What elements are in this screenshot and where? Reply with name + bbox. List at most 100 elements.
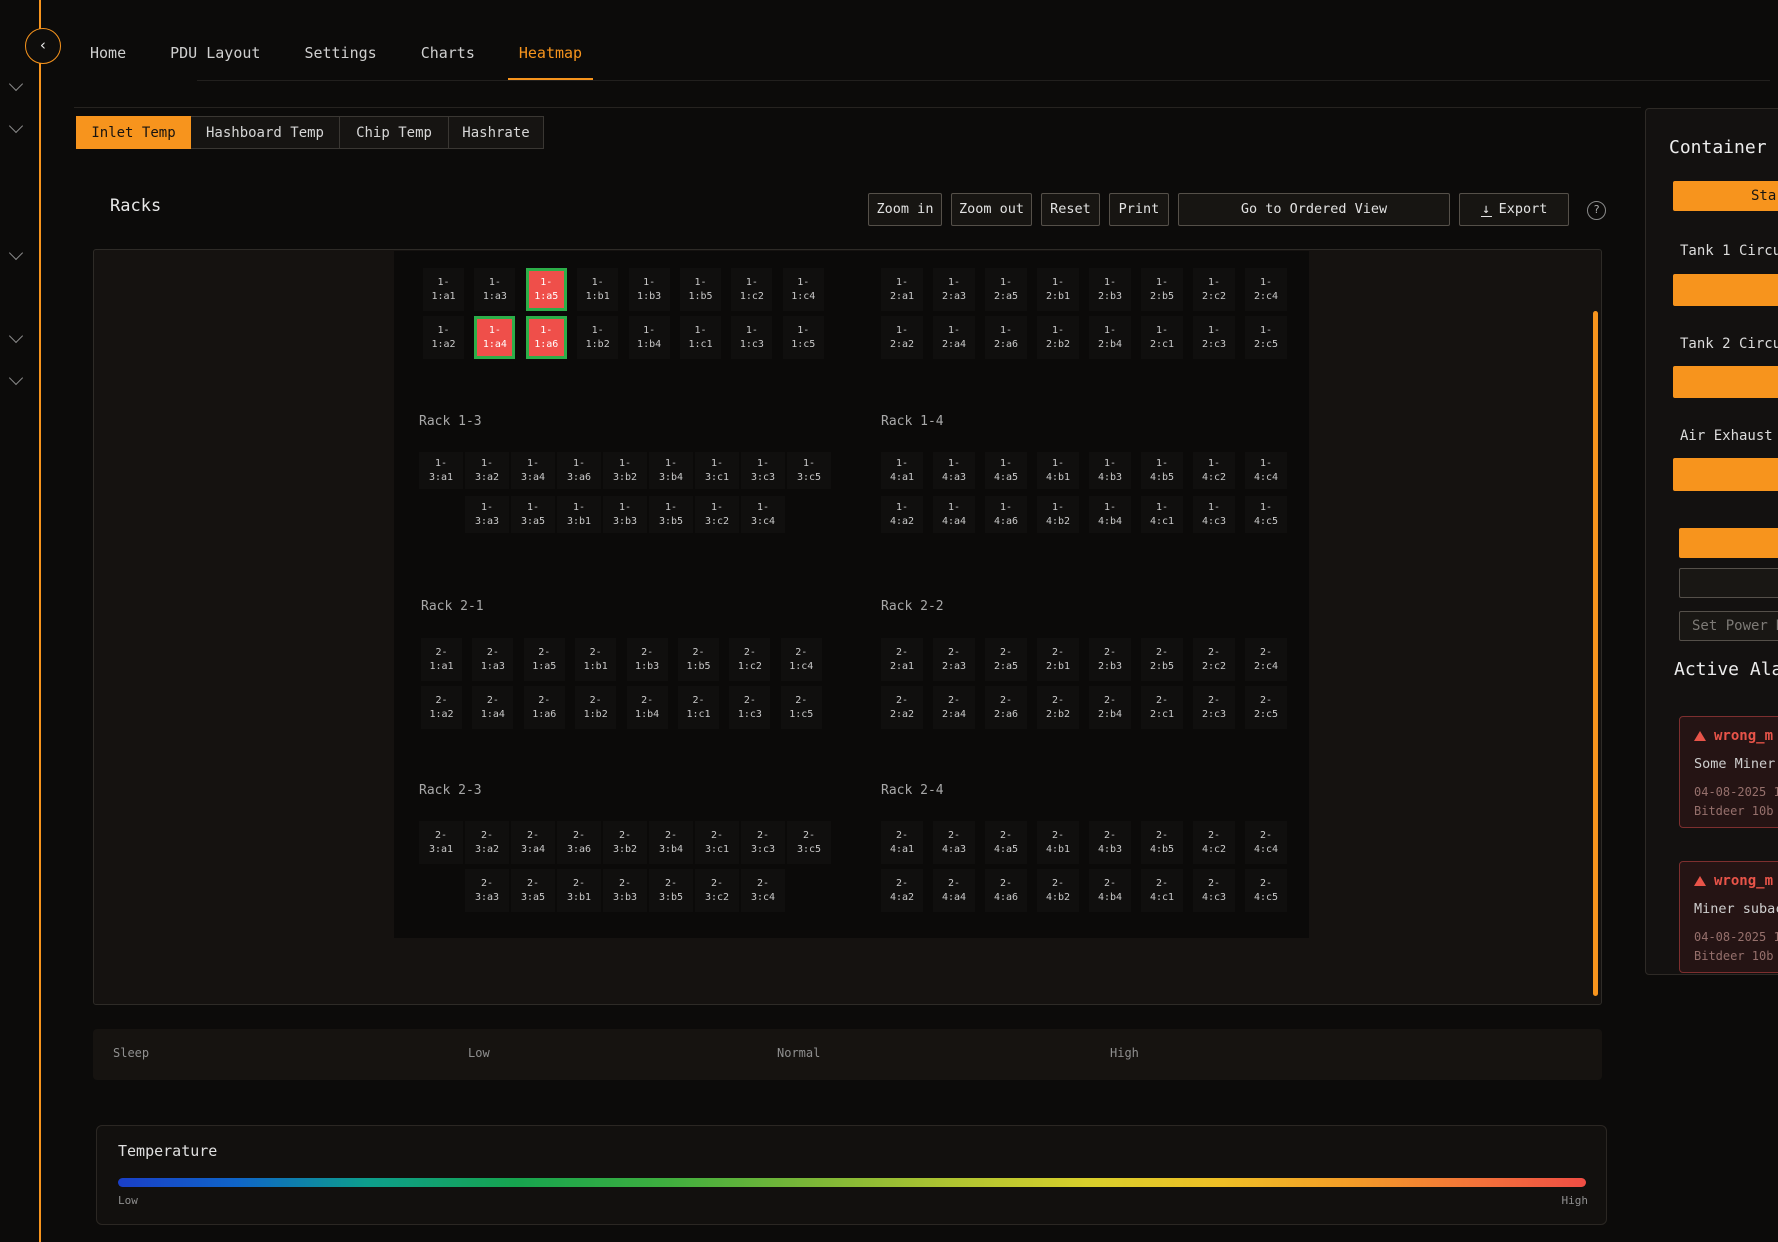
secondary-control-bar[interactable] [1679, 528, 1778, 558]
miner-cell[interactable]: 2-2:b1 [1037, 638, 1079, 681]
miner-cell[interactable]: 2-2:c5 [1245, 686, 1287, 729]
miner-cell[interactable]: 2-3:a6 [557, 821, 601, 864]
miner-cell[interactable]: 2-2:b2 [1037, 686, 1079, 729]
miner-cell[interactable]: 1-1:b4 [629, 316, 670, 359]
miner-cell[interactable]: 1-1:b2 [577, 316, 618, 359]
miner-cell[interactable]: 2-4:a2 [881, 869, 923, 912]
miner-cell[interactable]: 1-4:a2 [881, 496, 923, 533]
miner-cell[interactable]: 2-4:b4 [1089, 869, 1131, 912]
miner-cell[interactable]: 1-2:c2 [1193, 268, 1235, 311]
miner-cell[interactable]: 2-1:b5 [678, 638, 719, 681]
miner-cell[interactable]: 1-4:a4 [933, 496, 975, 533]
tab-inlet-temp[interactable]: Inlet Temp [76, 116, 191, 149]
miner-cell[interactable]: 2-2:c2 [1193, 638, 1235, 681]
miner-cell[interactable]: 2-3:b2 [603, 821, 647, 864]
miner-cell[interactable]: 1-2:c4 [1245, 268, 1287, 311]
miner-cell[interactable]: 2-2:a1 [881, 638, 923, 681]
help-icon[interactable]: ? [1587, 201, 1606, 220]
miner-cell[interactable]: 1-3:c5 [787, 452, 831, 489]
miner-cell[interactable]: 1-1:a1 [423, 268, 464, 311]
miner-cell[interactable]: 1-1:c4 [783, 268, 824, 311]
miner-cell[interactable]: 1-3:b2 [603, 452, 647, 489]
miner-cell[interactable]: 2-1:c3 [729, 686, 770, 729]
miner-cell[interactable]: 2-3:a5 [511, 869, 555, 912]
miner-cell[interactable]: 1-2:a1 [881, 268, 923, 311]
miner-cell[interactable]: 2-4:b1 [1037, 821, 1079, 864]
miner-cell[interactable]: 2-1:b1 [575, 638, 616, 681]
miner-cell[interactable]: 2-1:b3 [627, 638, 668, 681]
miner-cell[interactable]: 1-1:a5 [526, 268, 567, 311]
nav-item-charts[interactable]: Charts [419, 42, 477, 81]
miner-cell[interactable]: 1-3:b5 [649, 496, 693, 533]
miner-cell[interactable]: 2-1:c4 [781, 638, 822, 681]
miner-cell[interactable]: 2-4:c5 [1245, 869, 1287, 912]
miner-cell[interactable]: 1-1:a2 [423, 316, 464, 359]
miner-cell[interactable]: 1-1:c1 [680, 316, 721, 359]
miner-cell[interactable]: 2-4:c4 [1245, 821, 1287, 864]
start-button[interactable]: Star [1673, 181, 1778, 211]
miner-cell[interactable]: 2-2:b5 [1141, 638, 1183, 681]
zoom-out-button[interactable]: Zoom out [951, 193, 1032, 226]
miner-cell[interactable]: 1-4:c5 [1245, 496, 1287, 533]
miner-cell[interactable]: 2-1:c2 [729, 638, 770, 681]
miner-cell[interactable]: 1-1:c2 [731, 268, 772, 311]
miner-cell[interactable]: 1-4:b3 [1089, 452, 1131, 489]
miner-cell[interactable]: 2-3:a3 [465, 869, 509, 912]
chevron-down-icon[interactable] [9, 329, 23, 343]
power-mode-select[interactable] [1679, 568, 1778, 598]
miner-cell[interactable]: 2-4:c1 [1141, 869, 1183, 912]
miner-cell[interactable]: 2-2:a3 [933, 638, 975, 681]
miner-cell[interactable]: 1-2:a6 [985, 316, 1027, 359]
miner-cell[interactable]: 1-2:c1 [1141, 316, 1183, 359]
miner-cell[interactable]: 1-3:a5 [511, 496, 555, 533]
miner-cell[interactable]: 2-1:a1 [421, 638, 462, 681]
miner-cell[interactable]: 1-1:b1 [577, 268, 618, 311]
miner-cell[interactable]: 2-4:b2 [1037, 869, 1079, 912]
miner-cell[interactable]: 1-4:c3 [1193, 496, 1235, 533]
miner-cell[interactable]: 2-1:c5 [781, 686, 822, 729]
miner-cell[interactable]: 2-4:a6 [985, 869, 1027, 912]
nav-item-home[interactable]: Home [88, 42, 128, 81]
miner-cell[interactable]: 1-2:b2 [1037, 316, 1079, 359]
miner-cell[interactable]: 1-3:a6 [557, 452, 601, 489]
miner-cell[interactable]: 2-2:b4 [1089, 686, 1131, 729]
miner-cell[interactable]: 1-3:c2 [695, 496, 739, 533]
miner-cell[interactable]: 2-4:a4 [933, 869, 975, 912]
miner-cell[interactable]: 1-3:b4 [649, 452, 693, 489]
nav-item-heatmap[interactable]: Heatmap [517, 42, 584, 81]
miner-cell[interactable]: 1-2:c5 [1245, 316, 1287, 359]
miner-cell[interactable]: 1-4:b4 [1089, 496, 1131, 533]
miner-cell[interactable]: 2-3:c3 [741, 821, 785, 864]
miner-cell[interactable]: 2-2:c1 [1141, 686, 1183, 729]
miner-cell[interactable]: 1-1:a3 [474, 268, 515, 311]
miner-cell[interactable]: 1-2:a5 [985, 268, 1027, 311]
chevron-down-icon[interactable] [9, 119, 23, 133]
alarm-card[interactable]: wrong_m Miner subac 04-08-2025 1 Bitdeer… [1679, 861, 1778, 973]
miner-cell[interactable]: 2-1:c1 [678, 686, 719, 729]
miner-cell[interactable]: 2-1:a3 [472, 638, 513, 681]
chevron-down-icon[interactable] [9, 246, 23, 260]
miner-cell[interactable]: 2-2:a4 [933, 686, 975, 729]
miner-cell[interactable]: 2-1:a2 [421, 686, 462, 729]
tank2-circulation-control[interactable] [1673, 366, 1778, 398]
miner-cell[interactable]: 2-3:a4 [511, 821, 555, 864]
alarm-card[interactable]: wrong_m Some Miner 04-08-2025 1 Bitdeer … [1679, 716, 1778, 828]
miner-cell[interactable]: 1-3:c1 [695, 452, 739, 489]
print-button[interactable]: Print [1109, 193, 1169, 226]
miner-cell[interactable]: 2-3:c1 [695, 821, 739, 864]
miner-cell[interactable]: 1-2:b5 [1141, 268, 1183, 311]
miner-cell[interactable]: 1-1:b3 [629, 268, 670, 311]
miner-cell[interactable]: 2-1:a6 [524, 686, 565, 729]
miner-cell[interactable]: 1-4:a6 [985, 496, 1027, 533]
export-button[interactable]: ↓Export [1459, 193, 1569, 226]
miner-cell[interactable]: 1-2:a4 [933, 316, 975, 359]
miner-cell[interactable]: 1-4:c1 [1141, 496, 1183, 533]
miner-cell[interactable]: 2-1:a4 [472, 686, 513, 729]
miner-cell[interactable]: 1-3:b1 [557, 496, 601, 533]
miner-cell[interactable]: 1-1:c5 [783, 316, 824, 359]
miner-cell[interactable]: 2-3:a1 [419, 821, 463, 864]
miner-cell[interactable]: 1-1:c3 [731, 316, 772, 359]
miner-cell[interactable]: 2-1:b2 [575, 686, 616, 729]
miner-cell[interactable]: 1-4:b2 [1037, 496, 1079, 533]
miner-cell[interactable]: 1-3:c3 [741, 452, 785, 489]
